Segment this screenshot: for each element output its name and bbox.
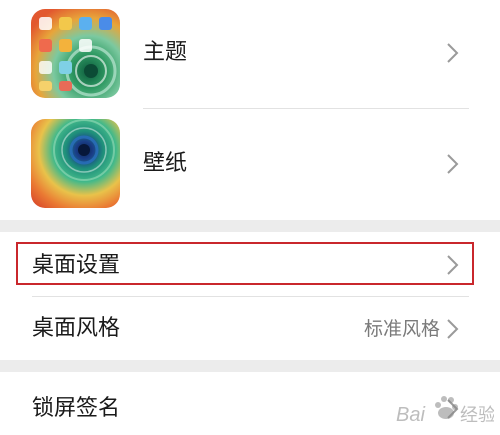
desktop-card: 桌面设置 桌面风格 标准风格 <box>0 232 500 360</box>
chevron-right-icon <box>447 154 459 174</box>
desktop-style-row[interactable]: 桌面风格 标准风格 <box>0 297 500 360</box>
desktop-style-label: 桌面风格 <box>32 316 121 341</box>
wallpaper-row[interactable]: 壁纸 <box>0 109 500 220</box>
baidu-watermark-icon: Bai 经验 <box>396 396 494 426</box>
desktop-settings-label: 桌面设置 <box>32 253 121 278</box>
svg-text:经验: 经验 <box>460 405 494 426</box>
desktop-style-value: 标准风格 <box>363 318 440 340</box>
wallpaper-label: 壁纸 <box>143 151 188 176</box>
display-settings-page: 主题 壁纸 桌面设置 桌面风格 标准风格 锁屏签名 Bai 经验 <box>0 0 500 435</box>
theme-label: 主题 <box>143 40 188 65</box>
theme-wallpaper-card: 主题 壁纸 <box>0 0 500 220</box>
theme-row[interactable]: 主题 <box>0 0 500 108</box>
wallpaper-thumbnail-icon <box>31 119 120 208</box>
theme-thumbnail-icon <box>31 9 120 98</box>
desktop-settings-row[interactable]: 桌面设置 <box>0 232 500 296</box>
chevron-right-icon <box>447 43 459 63</box>
svg-text:Bai: Bai <box>396 404 425 426</box>
chevron-right-icon <box>447 319 459 339</box>
lock-screen-signature-label: 锁屏签名 <box>32 396 121 421</box>
chevron-right-icon <box>447 255 459 275</box>
